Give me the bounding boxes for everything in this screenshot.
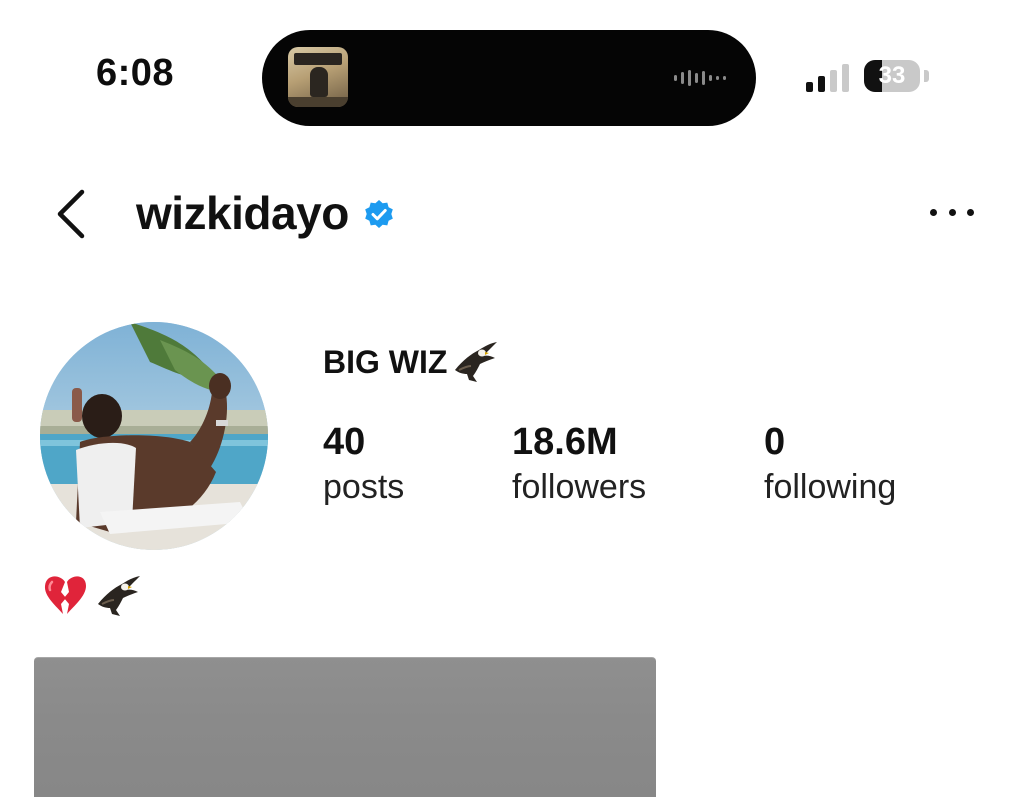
eagle-icon — [455, 342, 498, 382]
verified-badge-icon — [364, 200, 393, 228]
album-art-thumbnail[interactable] — [288, 47, 348, 107]
battery-tip — [924, 70, 929, 82]
display-name: BIG WIZ — [323, 343, 448, 380]
chevron-left-icon[interactable] — [52, 188, 92, 240]
audio-waveform-icon — [674, 70, 726, 86]
stat-posts[interactable]: 40 posts — [323, 420, 404, 508]
stat-following-value: 0 — [764, 421, 786, 463]
more-horizontal-icon[interactable] — [930, 200, 974, 224]
avatar[interactable] — [40, 322, 268, 550]
instagram-profile-screen: 6:08 33 wizkidayo BIG WIZ 40 posts 18.6M… — [0, 0, 1024, 797]
stat-followers[interactable]: 18.6M followers — [512, 420, 646, 508]
stat-posts-label: posts — [323, 468, 405, 506]
stat-followers-label: followers — [512, 468, 647, 506]
media-card[interactable] — [34, 657, 656, 797]
stat-followers-value: 18.6M — [512, 421, 618, 463]
battery-level: 33 — [878, 62, 906, 89]
cellular-signal-icon — [806, 62, 850, 92]
status-time: 6:08 — [96, 52, 175, 94]
stat-following[interactable]: 0 following — [764, 420, 896, 508]
stat-following-label: following — [764, 468, 897, 506]
display-name-row: BIG WIZ — [323, 340, 499, 384]
stat-posts-value: 40 — [323, 421, 366, 463]
eagle-icon — [98, 576, 140, 616]
bio — [42, 574, 142, 618]
profile-header-title: wizkidayo — [136, 186, 395, 240]
battery-icon: 33 — [864, 60, 920, 92]
broken-heart-icon — [44, 576, 86, 614]
username: wizkidayo — [136, 187, 349, 239]
dynamic-island-now-playing[interactable] — [262, 30, 756, 126]
